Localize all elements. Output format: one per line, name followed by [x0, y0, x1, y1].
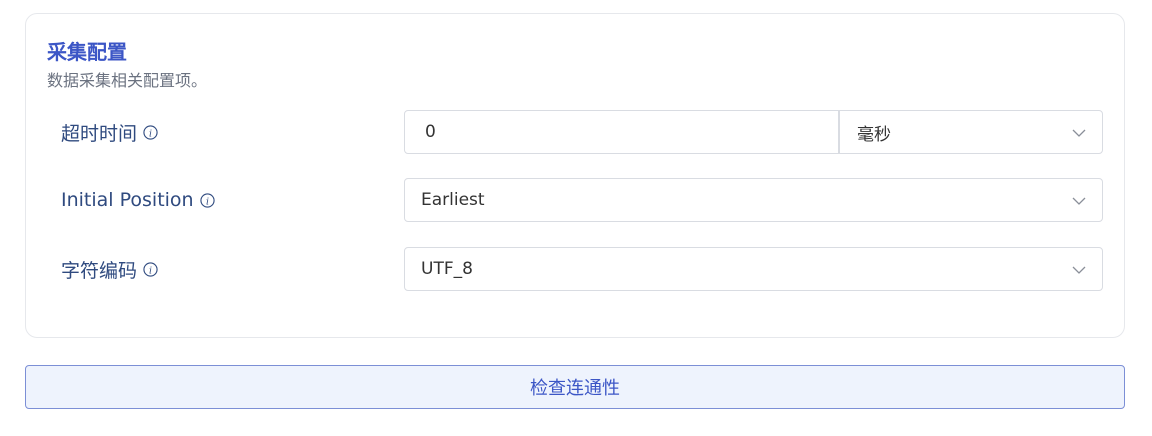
timeout-label: 超时时间: [61, 122, 138, 145]
chevron-down-icon: [1072, 129, 1086, 137]
info-icon[interactable]: i: [143, 124, 158, 140]
check-connectivity-button[interactable]: 检查连通性: [25, 365, 1125, 409]
svg-text:i: i: [149, 265, 152, 276]
chevron-down-icon: [1072, 197, 1086, 205]
encoding-row: 字符编码 i UTF_8: [26, 247, 1126, 291]
section-description: 数据采集相关配置项。: [47, 71, 208, 90]
initial-position-row: Initial Position i Earliest: [26, 178, 1126, 222]
timeout-input[interactable]: 0: [404, 110, 840, 154]
initial-position-label: Initial Position: [61, 189, 194, 211]
initial-position-value: Earliest: [421, 190, 485, 210]
initial-position-label-group: Initial Position i: [61, 178, 215, 222]
section-title: 采集配置: [47, 40, 127, 64]
timeout-unit-select[interactable]: 毫秒: [838, 110, 1103, 154]
timeout-row: 超时时间 i 0 毫秒: [26, 110, 1126, 154]
collection-config-card: 采集配置 数据采集相关配置项。 超时时间 i 0 毫秒 Initial Posi…: [25, 13, 1125, 338]
encoding-label-group: 字符编码 i: [61, 247, 158, 291]
timeout-label-group: 超时时间 i: [61, 110, 158, 154]
info-icon[interactable]: i: [199, 192, 215, 208]
timeout-value: 0: [425, 122, 436, 142]
info-icon[interactable]: i: [143, 261, 158, 277]
encoding-select[interactable]: UTF_8: [404, 247, 1103, 291]
chevron-down-icon: [1072, 266, 1086, 274]
initial-position-select[interactable]: Earliest: [404, 178, 1103, 222]
encoding-value: UTF_8: [421, 259, 473, 279]
svg-text:i: i: [206, 196, 209, 207]
svg-text:i: i: [149, 128, 152, 139]
encoding-label: 字符编码: [61, 259, 138, 282]
timeout-unit-value: 毫秒: [857, 124, 891, 145]
